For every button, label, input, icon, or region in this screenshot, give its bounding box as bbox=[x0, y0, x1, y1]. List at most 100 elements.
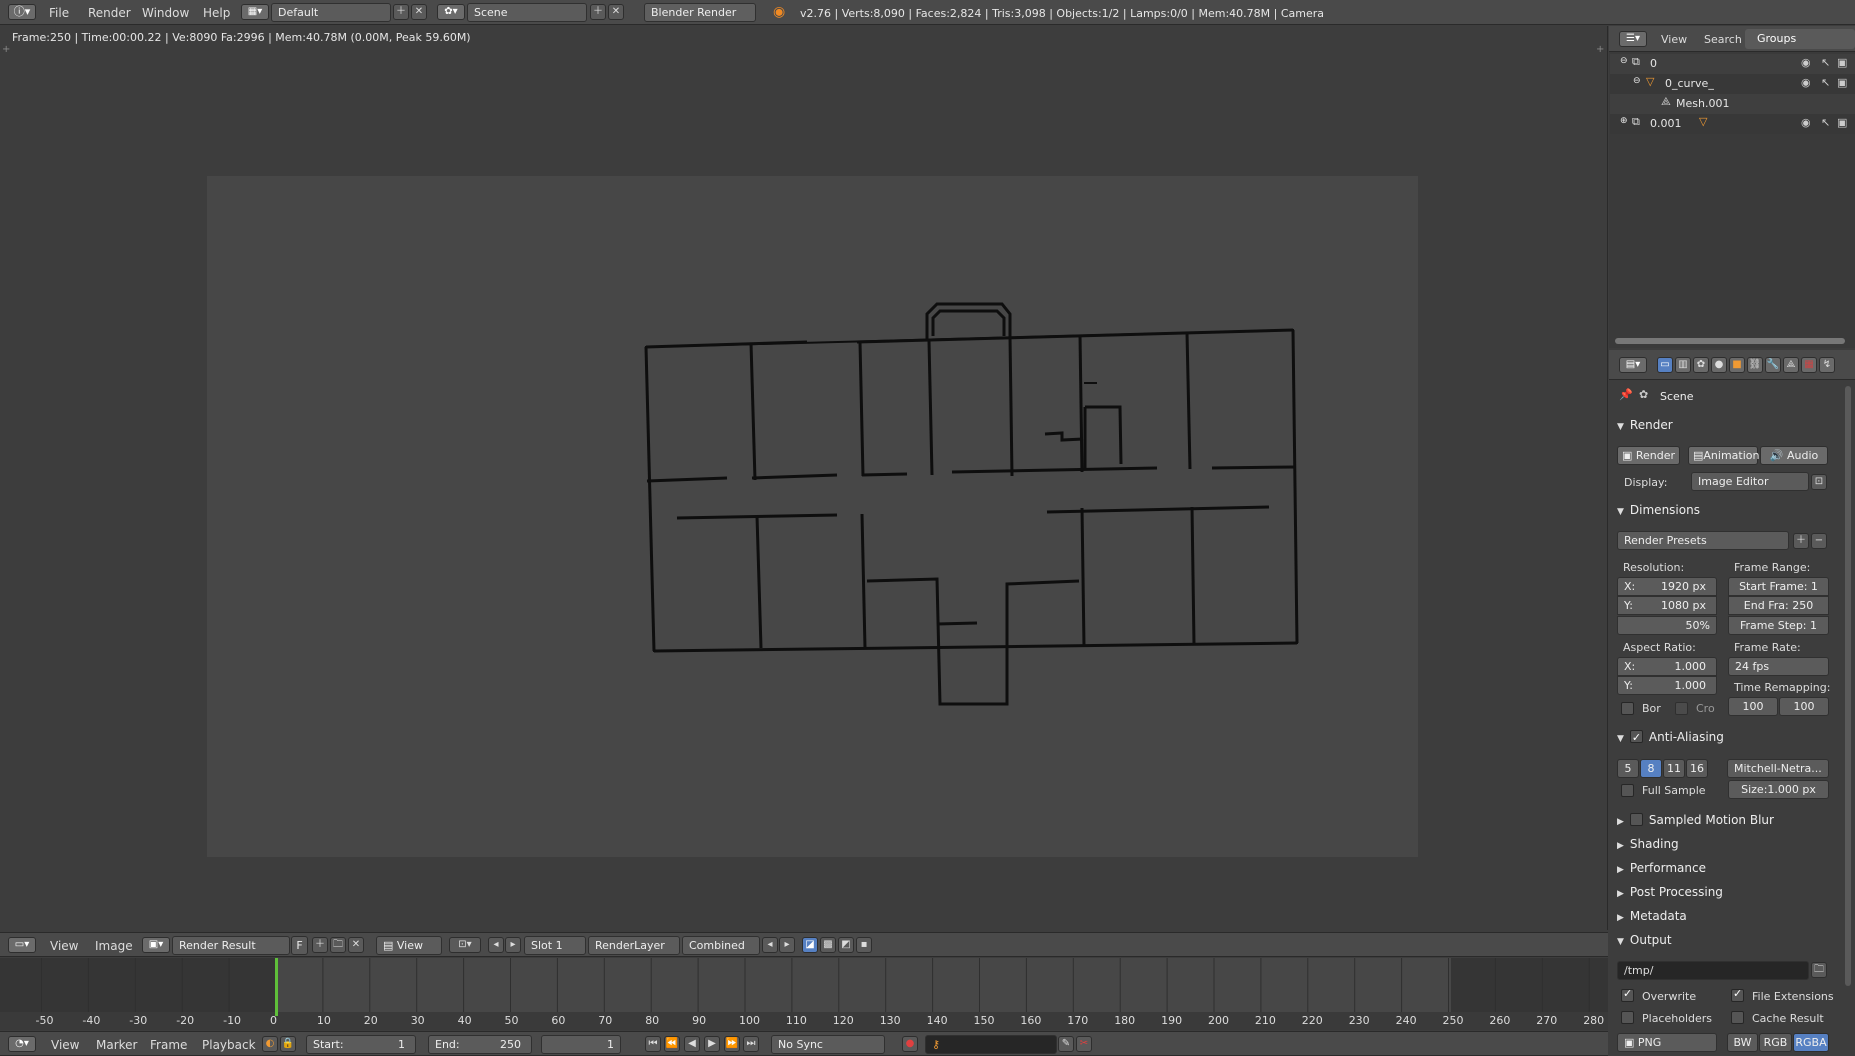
lock-icon[interactable]: ⊡ bbox=[1811, 474, 1827, 490]
remap-new-field[interactable]: 100 bbox=[1779, 697, 1829, 716]
visibility-eye-icon[interactable]: ◉ bbox=[1801, 116, 1811, 129]
border-checkbox[interactable] bbox=[1621, 702, 1634, 715]
insert-keyframe-icon[interactable]: ✎ bbox=[1058, 1036, 1074, 1052]
aa-size-field[interactable]: Size:1.000 px bbox=[1728, 780, 1829, 799]
visibility-eye-icon[interactable]: ◉ bbox=[1801, 56, 1811, 69]
physics-tab-icon[interactable]: ↯ bbox=[1819, 357, 1835, 373]
fake-user-button[interactable]: F bbox=[291, 936, 308, 955]
object-tab-icon[interactable]: ■ bbox=[1729, 357, 1745, 373]
viewport-area[interactable]: Frame:250 | Time:00:00.22 | Ve:8090 Fa:2… bbox=[0, 26, 1608, 930]
remove-layout-icon[interactable]: ✕ bbox=[411, 4, 427, 20]
jump-start-icon[interactable]: ⏮ bbox=[645, 1036, 661, 1052]
new-image-icon[interactable]: ＋ bbox=[312, 937, 328, 953]
properties-editor-icon[interactable]: ▤▾ bbox=[1619, 357, 1647, 373]
remove-preset-icon[interactable]: − bbox=[1811, 533, 1827, 549]
file-format-select[interactable]: ▣ PNG bbox=[1617, 1033, 1717, 1052]
timeline-menu-marker[interactable]: Marker bbox=[96, 1038, 137, 1052]
outliner-scrollbar[interactable] bbox=[1615, 338, 1845, 344]
render-button[interactable]: ▣ Render bbox=[1617, 446, 1680, 465]
performance-panel-header[interactable]: ▶ Performance bbox=[1617, 858, 1832, 878]
add-layout-icon[interactable]: ＋ bbox=[393, 4, 409, 20]
play-reverse-icon[interactable]: ◀ bbox=[684, 1036, 700, 1052]
motion-blur-checkbox[interactable] bbox=[1629, 813, 1643, 826]
screen-layout-field[interactable]: Default bbox=[271, 3, 391, 22]
select-cursor-icon[interactable]: ↖ bbox=[1821, 76, 1830, 89]
remap-old-field[interactable]: 100 bbox=[1728, 697, 1778, 716]
scene-field[interactable]: Scene bbox=[467, 3, 587, 22]
outliner-row[interactable]: ⟁ Mesh.001 bbox=[1610, 94, 1855, 114]
outliner-row[interactable]: ⊖ ⧉ 0 ◉ ↖ ▣ bbox=[1610, 54, 1855, 74]
info-editor-icon[interactable]: ⓘ▾ bbox=[8, 4, 36, 20]
aa-filter-select[interactable]: Mitchell-Netra... bbox=[1727, 759, 1829, 778]
output-path-field[interactable]: /tmp/ bbox=[1617, 961, 1809, 980]
sync-mode-select[interactable]: No Sync bbox=[771, 1035, 885, 1054]
aa-samples-11[interactable]: 11 bbox=[1663, 759, 1685, 778]
current-frame-input[interactable]: 1 bbox=[541, 1035, 621, 1054]
record-icon[interactable]: ● bbox=[902, 1036, 918, 1052]
menu-window[interactable]: Window bbox=[142, 6, 189, 20]
folder-icon[interactable]: 🗀 bbox=[1811, 962, 1827, 978]
timeline-editor-icon[interactable]: ◔▾ bbox=[8, 1036, 36, 1052]
outliner-tab-search[interactable]: Search bbox=[1704, 33, 1742, 46]
visibility-eye-icon[interactable]: ◉ bbox=[1801, 76, 1811, 89]
lock-range-icon[interactable]: 🔒 bbox=[280, 1036, 296, 1052]
menu-file[interactable]: File bbox=[49, 6, 69, 20]
shading-panel-header[interactable]: ▶ Shading bbox=[1617, 834, 1832, 854]
render-camera-icon[interactable]: ▣ bbox=[1837, 116, 1847, 129]
resolution-x-field[interactable]: X: 1920 px bbox=[1617, 577, 1717, 596]
outliner-editor-icon[interactable]: ☰▾ bbox=[1619, 31, 1647, 47]
jump-end-icon[interactable]: ⏭ bbox=[743, 1036, 759, 1052]
image-editor-icon[interactable]: ▭▾ bbox=[8, 937, 36, 953]
view-mode-select[interactable]: ▤ View bbox=[376, 936, 442, 955]
pivot-icon[interactable]: ⊡▾ bbox=[449, 937, 481, 953]
render-pass-select[interactable]: Combined bbox=[682, 936, 760, 955]
select-cursor-icon[interactable]: ↖ bbox=[1821, 56, 1830, 69]
next-pass-icon[interactable]: ▸ bbox=[779, 937, 795, 953]
remove-scene-icon[interactable]: ✕ bbox=[608, 4, 624, 20]
prev-slot-icon[interactable]: ◂ bbox=[488, 937, 504, 953]
prev-pass-icon[interactable]: ◂ bbox=[762, 937, 778, 953]
add-scene-icon[interactable]: ＋ bbox=[590, 4, 606, 20]
image-editor-menu-view[interactable]: View bbox=[50, 939, 78, 953]
render-presets-select[interactable]: Render Presets bbox=[1617, 531, 1789, 550]
expand-icon[interactable]: ⊖ bbox=[1620, 56, 1628, 66]
output-panel-header[interactable]: ▼ Output bbox=[1617, 930, 1832, 950]
next-keyframe-icon[interactable]: ⏩ bbox=[724, 1036, 740, 1052]
dimensions-panel-header[interactable]: ▼ Dimensions bbox=[1617, 500, 1832, 520]
crop-checkbox[interactable] bbox=[1675, 702, 1688, 715]
outliner-row[interactable]: ⊖ ▽ 0_curve_ ◉ ↖ ▣ bbox=[1610, 74, 1855, 94]
prev-keyframe-icon[interactable]: ⏪ bbox=[664, 1036, 680, 1052]
texture-tab-icon[interactable]: ▦ bbox=[1801, 357, 1817, 373]
file-extensions-checkbox[interactable] bbox=[1731, 987, 1744, 1002]
select-cursor-icon[interactable]: ↖ bbox=[1821, 116, 1830, 129]
screen-layout-icon[interactable]: ▦▾ bbox=[241, 4, 269, 20]
image-editor-menu-image[interactable]: Image bbox=[95, 939, 133, 953]
aa-samples-8[interactable]: 8 bbox=[1640, 759, 1662, 778]
end-frame-input[interactable]: End: 250 bbox=[428, 1035, 532, 1054]
render-camera-icon[interactable]: ▣ bbox=[1837, 76, 1847, 89]
draw-mask-icon[interactable]: ▪ bbox=[856, 937, 872, 953]
outliner-row[interactable]: ⊕ ⧉ 0.001 ▽ ◉ ↖ ▣ bbox=[1610, 114, 1855, 134]
color-bw-button[interactable]: BW bbox=[1727, 1033, 1758, 1052]
start-frame-field[interactable]: Start Frame: 1 bbox=[1728, 577, 1829, 596]
render-engine-select[interactable]: Blender Render bbox=[644, 3, 756, 22]
unlink-image-icon[interactable]: ✕ bbox=[348, 937, 364, 953]
metadata-panel-header[interactable]: ▶ Metadata bbox=[1617, 906, 1832, 926]
frame-step-field[interactable]: Frame Step: 1 bbox=[1728, 616, 1829, 635]
end-frame-field[interactable]: End Fra: 250 bbox=[1728, 596, 1829, 615]
slot-select[interactable]: Slot 1 bbox=[524, 936, 586, 955]
render-camera-icon[interactable]: ▣ bbox=[1837, 56, 1847, 69]
keying-set-field[interactable]: ⚷ bbox=[925, 1035, 1057, 1054]
display-select[interactable]: Image Editor bbox=[1691, 472, 1809, 491]
full-sample-checkbox[interactable] bbox=[1621, 784, 1634, 797]
cache-result-checkbox[interactable] bbox=[1731, 1011, 1744, 1024]
aa-samples-5[interactable]: 5 bbox=[1617, 759, 1639, 778]
audio-button[interactable]: 🔊 Audio bbox=[1760, 446, 1828, 465]
motion-blur-panel-header[interactable]: ▶ Sampled Motion Blur bbox=[1617, 810, 1832, 830]
image-name-field[interactable]: Render Result bbox=[172, 936, 290, 955]
world-tab-icon[interactable]: ● bbox=[1711, 357, 1727, 373]
pin-icon[interactable]: 📌 bbox=[1619, 388, 1633, 401]
aspect-y-field[interactable]: Y: 1.000 bbox=[1617, 676, 1717, 695]
open-image-icon[interactable]: 🗀 bbox=[330, 937, 346, 953]
render-layer-select[interactable]: RenderLayer bbox=[588, 936, 680, 955]
